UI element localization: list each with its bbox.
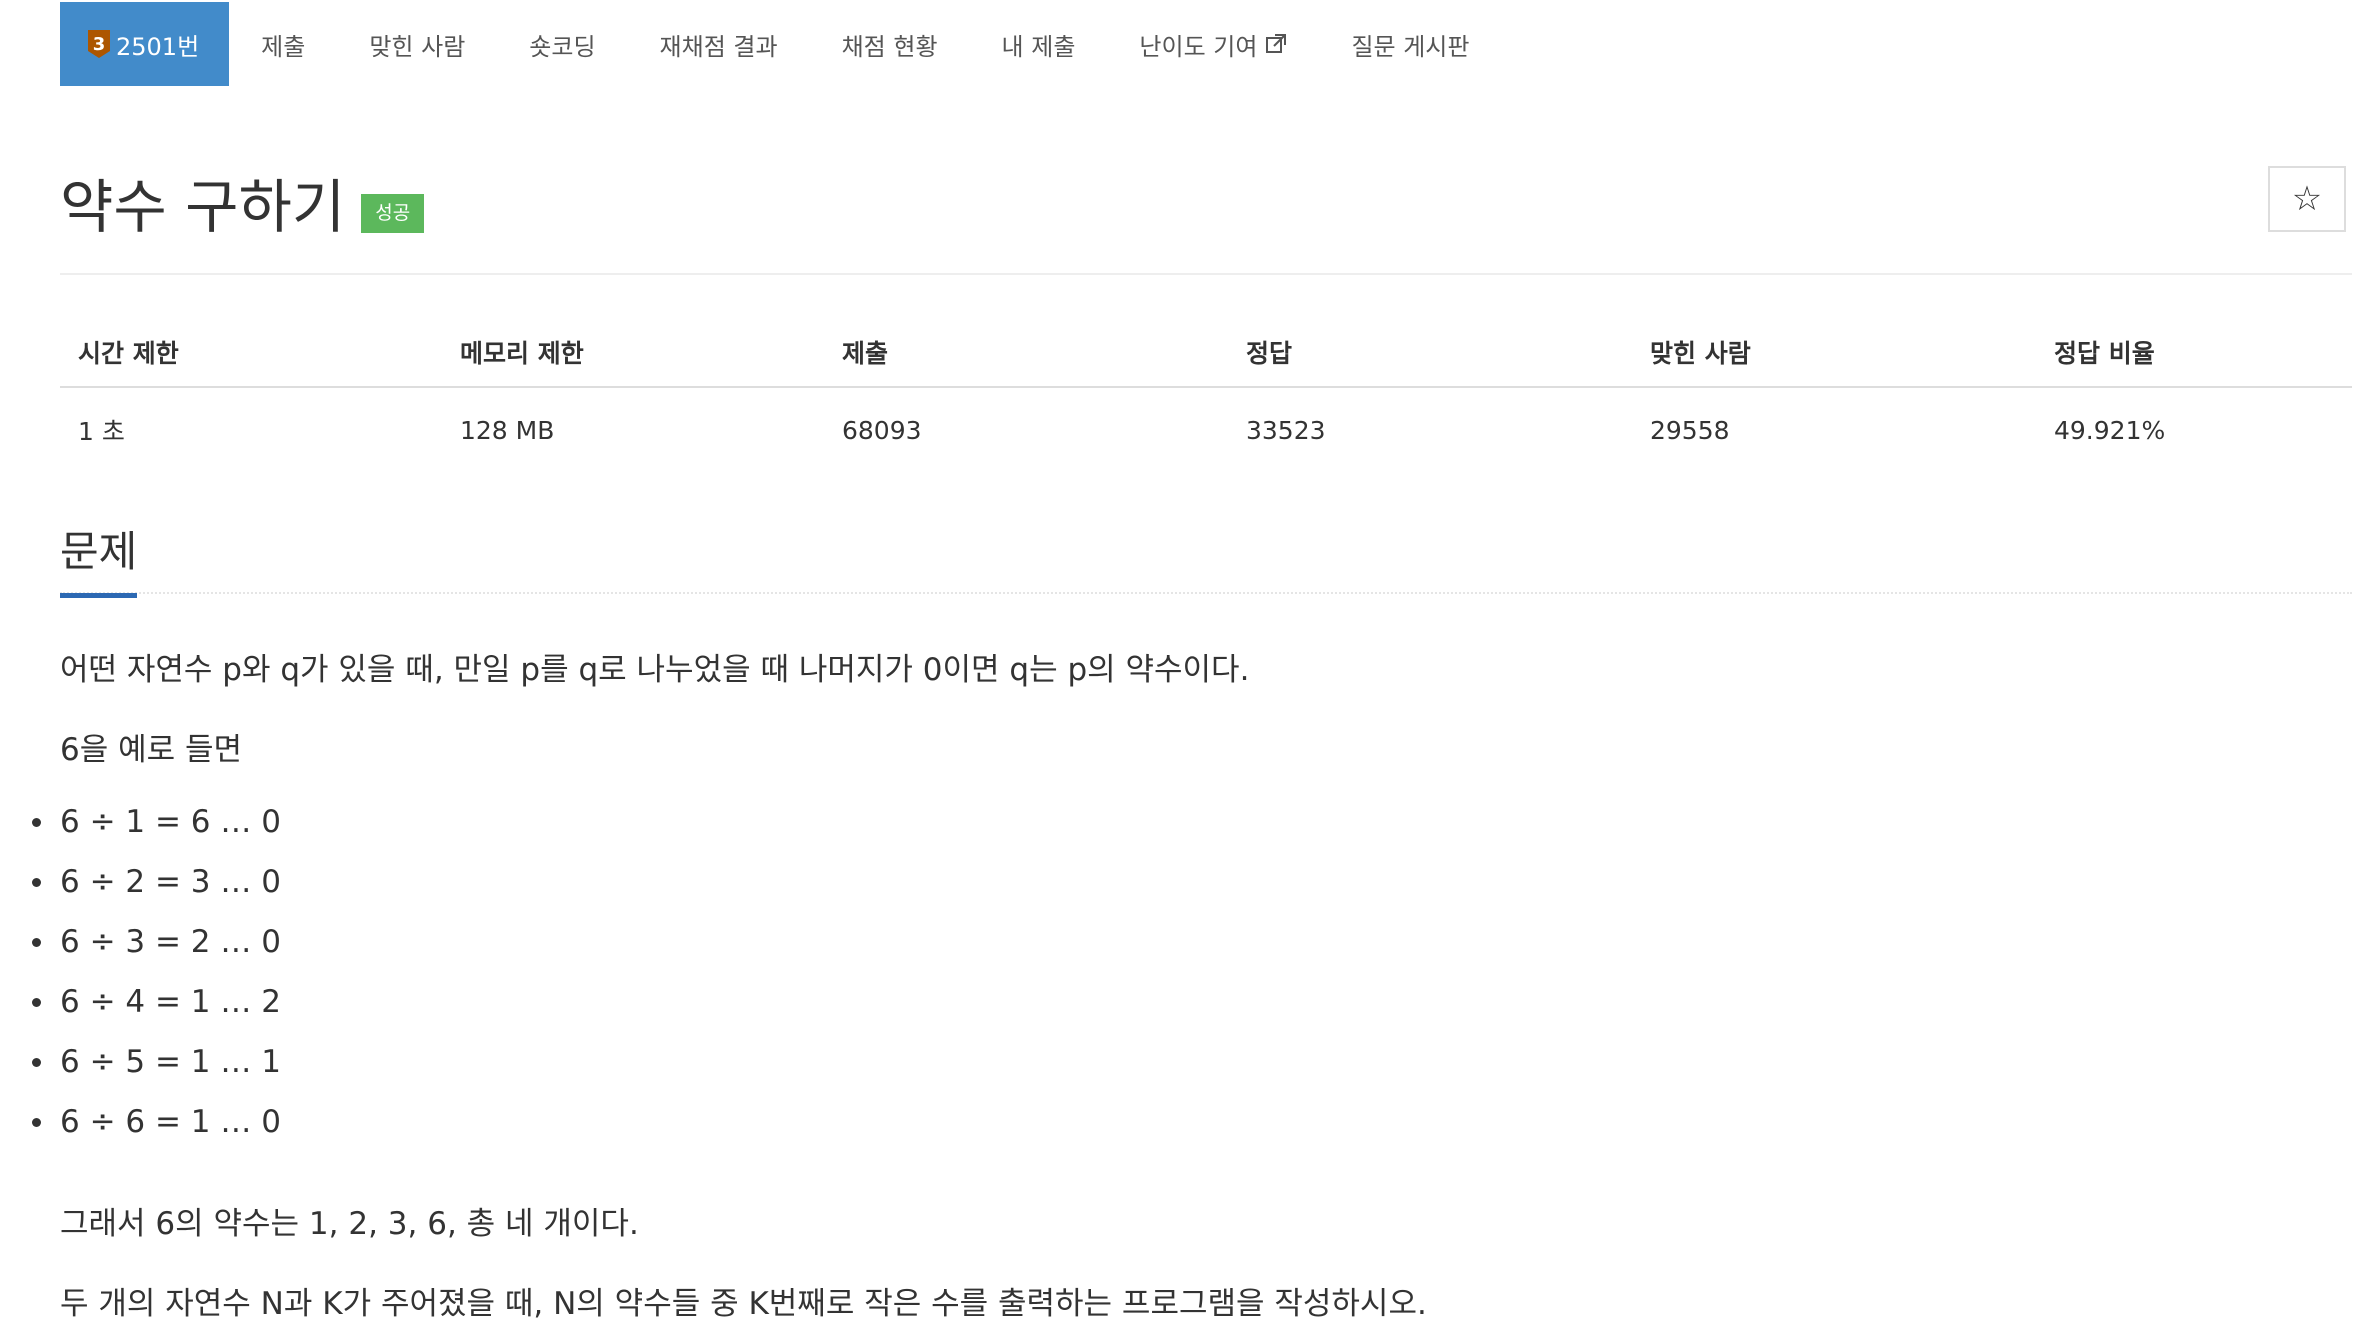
table-header-row: 시간 제한 메모리 제한 제출 정답 맞힌 사람 정답 비율 bbox=[60, 320, 2352, 388]
task-statement: 두 개의 자연수 N과 K가 주어졌을 때, N의 약수들 중 K번째로 작은 … bbox=[60, 1286, 1427, 1322]
tab-question-board[interactable]: 질문 게시판 bbox=[1319, 2, 1501, 86]
list-item: 6 ÷ 1 = 6 … 0 bbox=[32, 804, 281, 864]
memory-limit-value: 128 MB bbox=[460, 415, 555, 445]
section-title: 문제 bbox=[60, 518, 138, 598]
header-solved-users: 맞힌 사람 bbox=[1632, 320, 2036, 388]
accepted-value: 33523 bbox=[1246, 415, 1326, 445]
header-memory-limit: 메모리 제한 bbox=[442, 320, 824, 388]
list-item: 6 ÷ 6 = 1 … 0 bbox=[32, 1104, 281, 1164]
example-intro: 6을 예로 들면 bbox=[60, 732, 243, 768]
description-paragraph: 어떤 자연수 p와 q가 있을 때, 만일 p를 q로 나누었을 때 나머지가 … bbox=[60, 652, 1250, 688]
tab-judge-status[interactable]: 채점 현황 bbox=[810, 2, 970, 86]
table-row: 1 초 128 MB 68093 33523 29558 49.921% bbox=[60, 387, 2352, 472]
tab-problem[interactable]: 3 2501번 bbox=[60, 2, 230, 86]
header-accept-ratio: 정답 비율 bbox=[2036, 320, 2352, 388]
list-item: 6 ÷ 3 = 2 … 0 bbox=[32, 924, 281, 984]
status-badge: 성공 bbox=[361, 193, 425, 233]
tab-my-submissions[interactable]: 내 제출 bbox=[970, 2, 1108, 86]
tab-solved-users[interactable]: 맞힌 사람 bbox=[337, 2, 497, 86]
section-header: 문제 bbox=[60, 518, 2352, 598]
division-list: 6 ÷ 1 = 6 … 0 6 ÷ 2 = 3 … 0 6 ÷ 3 = 2 … … bbox=[32, 804, 281, 1164]
star-icon: ☆ bbox=[2291, 180, 2323, 218]
page-title: 약수 구하기 bbox=[60, 173, 346, 241]
tier-badge-icon: 3 bbox=[88, 30, 110, 58]
accept-ratio-value: 49.921% bbox=[2054, 415, 2166, 445]
divisors-summary: 그래서 6의 약수는 1, 2, 3, 6, 총 네 개이다. bbox=[60, 1206, 639, 1242]
time-limit-value: 1 초 bbox=[78, 417, 125, 446]
tab-submit[interactable]: 제출 bbox=[229, 2, 337, 86]
tab-problem-label: 2501번 bbox=[116, 32, 200, 61]
problem-info-table: 시간 제한 메모리 제한 제출 정답 맞힌 사람 정답 비율 1 초 128 M… bbox=[60, 320, 2352, 472]
external-link-icon bbox=[1266, 34, 1287, 53]
solved-users-value: 29558 bbox=[1650, 415, 1730, 445]
tab-difficulty-contribution[interactable]: 난이도 기여 bbox=[1107, 2, 1319, 86]
problem-nav: 3 2501번 제출 맞힌 사람 숏코딩 재채점 결과 채점 현황 내 제출 난… bbox=[60, 2, 1501, 86]
header-submissions: 제출 bbox=[824, 320, 1228, 388]
title-divider bbox=[60, 273, 2352, 275]
tab-short-coding[interactable]: 숏코딩 bbox=[497, 2, 627, 86]
favorite-star-button[interactable]: ☆ bbox=[2268, 166, 2346, 232]
list-item: 6 ÷ 5 = 1 … 1 bbox=[32, 1044, 281, 1104]
header-time-limit: 시간 제한 bbox=[60, 320, 442, 388]
list-item: 6 ÷ 4 = 1 … 2 bbox=[32, 984, 281, 1044]
header-accepted: 정답 bbox=[1228, 320, 1632, 388]
submissions-value: 68093 bbox=[842, 415, 922, 445]
problem-header: 약수 구하기 성공 bbox=[60, 160, 425, 244]
list-item: 6 ÷ 2 = 3 … 0 bbox=[32, 864, 281, 924]
tab-rejudge-results[interactable]: 재채점 결과 bbox=[628, 2, 810, 86]
tab-difficulty-label: 난이도 기여 bbox=[1139, 32, 1258, 61]
